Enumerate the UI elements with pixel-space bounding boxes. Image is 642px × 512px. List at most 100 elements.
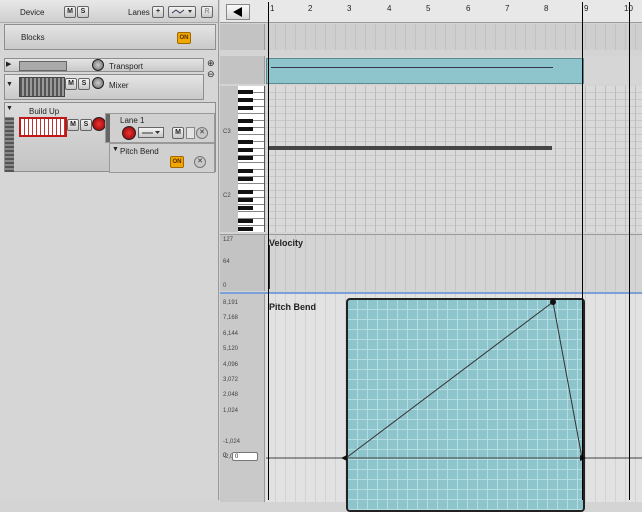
automation-on-button[interactable]: ON [170,156,184,168]
back-arrow-button[interactable] [226,4,250,20]
expand-icon[interactable]: ▼ [6,81,13,88]
song-start-marker[interactable] [268,2,269,500]
bar-number: 1 [270,4,275,13]
automation-lane-label: Pitch Bend [120,147,159,156]
expand-icon[interactable]: ▼ [6,105,13,112]
velocity-scale-mid: 64 [223,259,230,265]
pitch-value-field[interactable]: 0 [232,452,258,461]
transport-device-icon [19,61,67,71]
end-handle-icon [580,455,586,461]
transport-lanes-icon[interactable] [92,59,104,71]
zoom-out-icon[interactable]: ⊖ [207,69,215,80]
transport-clip[interactable] [266,58,584,84]
solo-button[interactable]: S [78,78,90,90]
left-arrow-icon [233,7,242,17]
solo-all-button[interactable]: S [77,6,89,18]
add-lane-button[interactable]: + [152,6,164,18]
start-handle-icon [341,455,347,461]
track-grip[interactable] [5,117,14,172]
device-label: Device [20,8,45,17]
lane-type-select[interactable] [168,6,196,18]
automation-point [550,299,556,305]
device-header: Device M S Lanes + R [0,0,218,23]
pitch-scale-label: 4,096 [223,361,239,368]
pitch-bend-lane[interactable]: 8,191 7,168 6,144 5,120 4,096 3,072 2,048 1,024… [220,292,642,512]
pitch-bend-curve[interactable] [266,294,642,502]
pitch-scale-label: 3,072 [223,377,239,383]
lane-label: Lane 1 [120,116,145,125]
c3-label: C3 [223,129,231,135]
lane-mute-button[interactable]: M [172,127,184,139]
bar-number: 3 [347,4,352,13]
bar-number: 5 [426,4,431,13]
bar-number: 6 [466,4,471,13]
piano-roll[interactable]: C3 C2 [220,86,642,232]
key-gutter: C3 C2 [220,86,238,232]
bar-number: 9 [584,4,589,13]
pitch-bend-grid[interactable]: Pitch Bend [266,294,642,512]
blocks-lane[interactable] [220,24,642,50]
track-label: Mixer [109,81,129,90]
piano-keys[interactable] [238,86,265,232]
mixer-lanes-icon[interactable] [92,77,104,89]
delete-automation-icon[interactable]: ✕ [194,156,206,168]
pitch-scale-label: 6,144 [223,330,239,337]
timeline-ruler[interactable]: 12345678910 [220,0,642,23]
lane-gutter [220,24,265,50]
delete-lane-icon[interactable]: ✕ [196,127,208,139]
transport-lane[interactable] [220,56,642,84]
pitch-scale-label: 8,191 [223,300,239,306]
device-panel: Device M S Lanes + R Blocks ON ⊕ ⊖ ▶ Tra… [0,0,219,500]
track-build-up[interactable]: ▼ Build Up M S Lane 1 M ✕ ▼ Pitch Bend O… [4,102,216,173]
track-transport[interactable]: ▶ Transport [4,58,204,72]
lanes-label: Lanes [128,8,150,17]
blocks-grid[interactable] [266,24,642,50]
velocity-lane[interactable]: 127 64 0 Velocity [220,234,642,291]
lanes-extra-button[interactable]: R [201,6,213,18]
pitch-scale-label: 7,168 [223,315,239,322]
lane-row[interactable]: Lane 1 M ✕ [105,113,215,143]
zoom-in-icon[interactable]: ⊕ [207,58,215,69]
lane-gutter [220,56,265,84]
expand-icon[interactable]: ▶ [6,60,11,68]
pitch-scale-label: 2,048 [223,392,239,399]
velocity-grid[interactable]: Velocity [266,235,642,291]
pitch-scale-label: 1,024 [223,407,239,414]
pitch-scale-zero: 0 [223,453,227,459]
record-icon[interactable] [92,117,106,131]
wave-icon [171,9,192,14]
blocks-on-button[interactable]: ON [177,32,191,44]
track-label: Transport [109,62,143,71]
blocks-row[interactable]: Blocks ON [4,24,216,50]
velocity-scale-max: 127 [223,237,234,243]
blocks-label: Blocks [21,33,45,42]
pitch-scale-label: -1,024 [223,438,241,445]
lane-record-icon[interactable] [122,126,136,140]
pitch-bend-gutter: 8,191 7,168 6,144 5,120 4,096 3,072 2,048 1,024… [220,294,265,502]
bar-number: 2 [308,4,313,13]
song-end-marker[interactable] [582,2,583,500]
track-label: Build Up [29,107,60,116]
velocity-label: Velocity [269,238,304,248]
note-grid[interactable] [266,86,642,232]
expand-icon[interactable]: ▼ [112,146,119,153]
bar-number: 8 [544,4,549,13]
midi-note[interactable] [268,146,552,150]
playhead[interactable] [629,2,630,500]
bar-number: 4 [387,4,392,13]
lane-mode-select[interactable] [138,127,164,138]
solo-button[interactable]: S [80,119,92,131]
track-mixer[interactable]: ▼ M S Mixer [4,74,204,100]
transport-clip-line [271,67,553,68]
mute-all-button[interactable]: M [64,6,76,18]
lane-solo-button[interactable] [186,127,195,139]
lane-grip[interactable] [106,114,110,142]
keyboard-device-icon[interactable] [19,117,67,137]
mixer-device-icon [19,77,65,97]
mute-button[interactable]: M [65,78,77,90]
mute-button[interactable]: M [67,119,79,131]
dropdown-icon [142,131,160,134]
bar-number: 7 [505,4,510,13]
velocity-gutter: 127 64 0 [220,235,265,291]
automation-lane-row[interactable]: ▼ Pitch Bend ON ✕ [109,143,215,173]
